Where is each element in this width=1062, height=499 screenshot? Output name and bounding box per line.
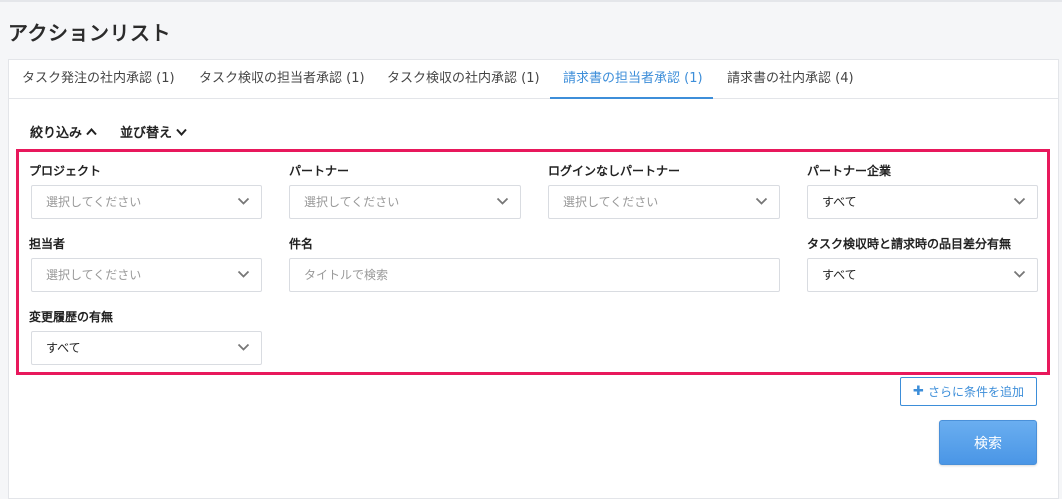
tab-bar: タスク発注の社内承認 (1) タスク検収の担当者承認 (1) タスク検収の社内承… (9, 60, 1058, 99)
item-diff-select[interactable]: すべて (807, 258, 1038, 292)
change-history-select-value: すべて (46, 341, 81, 355)
assignee-label: 担当者 (29, 237, 66, 251)
add-condition-label: さらに条件を追加 (927, 385, 1024, 399)
chevron-down-icon (237, 270, 250, 278)
assignee-select-value: 選択してください (46, 268, 142, 282)
item-diff-label: タスク検収時と請求時の品目差分有無 (807, 237, 1012, 251)
item-diff-select-value: すべて (822, 268, 857, 282)
page-title: アクションリスト (8, 21, 171, 45)
project-label: プロジェクト (29, 164, 102, 178)
tab-task-inspection-assignee-approval[interactable]: タスク検収の担当者承認 (1) (199, 60, 365, 99)
partner-label: パートナー (289, 164, 350, 178)
filter-conditions-box: プロジェクト 選択してください パートナー 選択してください ログインなしパート… (16, 149, 1050, 375)
chevron-down-icon (176, 128, 187, 136)
sort-toggle[interactable]: 並び替え (120, 122, 187, 141)
tab-task-inspection-internal-approval[interactable]: タスク検収の社内承認 (1) (387, 60, 540, 99)
action-list-panel: タスク発注の社内承認 (1) タスク検収の担当者承認 (1) タスク検収の社内承… (8, 59, 1059, 499)
search-button[interactable]: 検索 (939, 420, 1037, 465)
add-condition-button[interactable]: ✚ さらに条件を追加 (900, 377, 1037, 406)
partner-select-value: 選択してください (304, 195, 400, 209)
tab-task-order-internal-approval[interactable]: タスク発注の社内承認 (1) (22, 60, 175, 99)
top-divider (0, 0, 1062, 2)
no-login-partner-select-value: 選択してください (563, 195, 659, 209)
partner-select[interactable]: 選択してください (289, 185, 521, 219)
tab-invoice-internal-approval[interactable]: 請求書の社内承認 (4) (727, 60, 854, 99)
plus-icon: ✚ (913, 384, 924, 399)
subject-label: 件名 (289, 237, 314, 251)
change-history-select[interactable]: すべて (31, 331, 262, 365)
no-login-partner-label: ログインなしパートナー (548, 164, 681, 178)
chevron-down-icon (1013, 270, 1026, 278)
partner-company-select[interactable]: すべて (807, 185, 1038, 219)
tab-invoice-assignee-approval[interactable]: 請求書の担当者承認 (1) (550, 60, 713, 99)
project-select[interactable]: 選択してください (31, 185, 262, 219)
chevron-down-icon (237, 197, 250, 205)
filter-toggle-label: 絞り込み (30, 126, 83, 141)
no-login-partner-select[interactable]: 選択してください (548, 185, 780, 219)
chevron-down-icon (237, 343, 250, 351)
chevron-down-icon (1013, 197, 1026, 205)
partner-company-select-value: すべて (822, 195, 857, 209)
project-select-value: 選択してください (46, 195, 142, 209)
filter-toggle[interactable]: 絞り込み (30, 122, 97, 141)
change-history-label: 変更履歴の有無 (29, 310, 114, 324)
chevron-down-icon (755, 197, 768, 205)
partner-company-label: パートナー企業 (807, 164, 892, 178)
assignee-select[interactable]: 選択してください (31, 258, 262, 292)
chevron-down-icon (496, 197, 509, 205)
chevron-up-icon (86, 127, 97, 135)
sort-toggle-label: 並び替え (120, 126, 173, 141)
subject-search-input[interactable] (289, 258, 780, 292)
